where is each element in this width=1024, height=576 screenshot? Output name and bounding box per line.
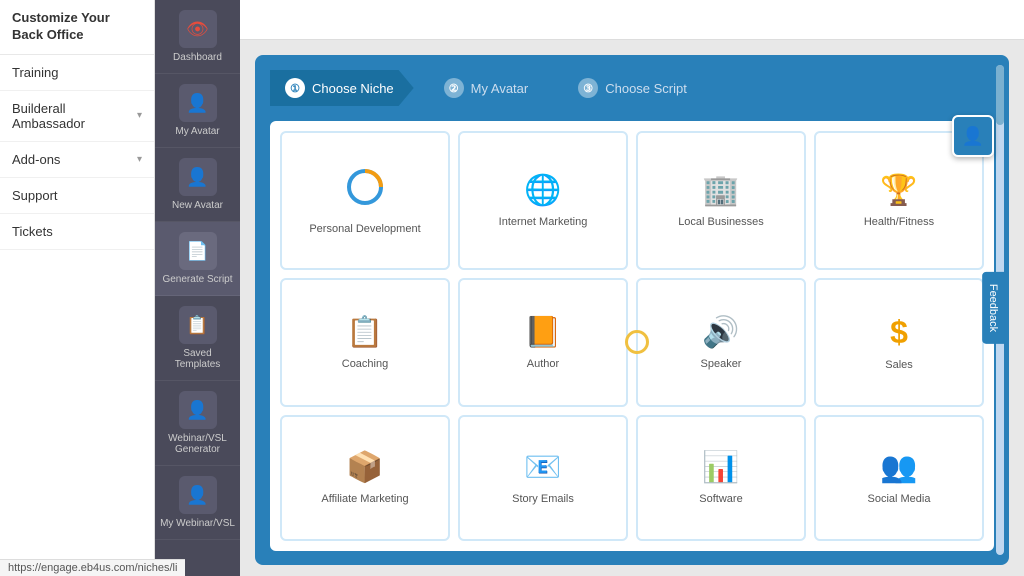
wizard-step-choose-niche[interactable]: ① Choose Niche [270,70,414,106]
chevron-down-icon: ▾ [137,154,142,165]
feedback-tab[interactable]: Feedback [982,272,1004,344]
chevron-down-icon: ▾ [137,110,142,121]
niche-label-health-fitness: Health/Fitness [864,216,934,228]
wizard-step-choose-script[interactable]: ③ Choose Script [548,70,707,106]
icon-navigation: 👁 Dashboard 👤 My Avatar 👤 New Avatar 📄 G… [155,0,240,576]
sales-icon: $ [890,314,908,351]
step-label-my-avatar: My Avatar [471,81,529,96]
sidebar-item-ambassador[interactable]: Builderall Ambassador ▾ [0,91,154,142]
nav-dashboard[interactable]: 👁 Dashboard [155,0,240,74]
niche-card-social-media[interactable]: 👥 Social Media [814,415,984,541]
nav-label-new-avatar: New Avatar [172,200,223,211]
niche-card-coaching[interactable]: 📋 Coaching [280,278,450,406]
sidebar-item-tickets[interactable]: Tickets [0,214,154,250]
webinar-generator-icon: 👤 [179,391,217,429]
new-avatar-icon: 👤 [179,158,217,196]
content-wrapper: ① Choose Niche ② My Avatar ③ Choose Scri… [240,40,1024,576]
sidebar-label-training: Training [12,65,58,80]
software-icon: 📊 [702,450,739,485]
avatar-floating-button[interactable]: 👤 [952,115,994,157]
sidebar-item-addons[interactable]: Add-ons ▾ [0,142,154,178]
niche-label-internet-marketing: Internet Marketing [499,216,588,228]
sidebar-item-training[interactable]: Training [0,55,154,91]
local-businesses-icon: 🏢 [702,173,739,208]
sidebar-header: Customize Your Back Office [0,0,154,55]
my-webinar-icon: 👤 [179,476,217,514]
niche-grid: Personal Development 🌐 Internet Marketin… [280,131,984,541]
sidebar-item-support[interactable]: Support [0,178,154,214]
author-icon: 📙 [524,315,561,350]
niche-label-speaker: Speaker [701,358,742,370]
step-label-choose-niche: Choose Niche [312,81,394,96]
nav-label-my-avatar: My Avatar [175,126,219,137]
niche-grid-container: Personal Development 🌐 Internet Marketin… [270,121,994,551]
niche-card-speaker[interactable]: 🔊 Speaker [636,278,806,406]
main-content: ① Choose Niche ② My Avatar ③ Choose Scri… [240,0,1024,576]
nav-webinar-vsl-generator[interactable]: 👤 Webinar/VSL Generator [155,381,240,466]
nav-saved-templates[interactable]: 📋 Saved Templates [155,296,240,381]
step-number-3: ③ [578,78,598,98]
niche-label-coaching: Coaching [342,358,388,370]
niche-card-internet-marketing[interactable]: 🌐 Internet Marketing [458,131,628,270]
niche-label-story-emails: Story Emails [512,493,574,505]
sidebar-label-addons: Add-ons [12,152,60,167]
niche-card-local-businesses[interactable]: 🏢 Local Businesses [636,131,806,270]
saved-templates-icon: 📋 [179,306,217,344]
niche-card-author[interactable]: 📙 Author [458,278,628,406]
niche-card-story-emails[interactable]: 📧 Story Emails [458,415,628,541]
scrollbar-thumb[interactable] [996,65,1004,125]
speaker-icon: 🔊 [702,315,739,350]
niche-label-author: Author [527,358,559,370]
avatar-icon: 👤 [179,84,217,122]
social-media-icon: 👥 [880,450,917,485]
niche-label-social-media: Social Media [868,493,931,505]
niche-label-software: Software [699,493,742,505]
wizard-steps: ① Choose Niche ② My Avatar ③ Choose Scri… [270,70,994,106]
url-bar: https://engage.eb4us.com/niches/li [0,559,185,576]
niche-label-personal-development: Personal Development [309,223,420,235]
sidebar-label-ambassador: Builderall Ambassador [12,101,137,131]
nav-label-saved-templates: Saved Templates [160,348,235,370]
niche-label-local-businesses: Local Businesses [678,216,764,228]
sidebar-label-tickets: Tickets [12,224,53,239]
left-sidebar: Customize Your Back Office Training Buil… [0,0,155,576]
step-number-1: ① [285,78,305,98]
nav-label-webinar-vsl: Webinar/VSL Generator [160,433,235,455]
niche-card-software[interactable]: 📊 Software [636,415,806,541]
nav-my-webinar-vsl[interactable]: 👤 My Webinar/VSL [155,466,240,540]
wizard-step-my-avatar[interactable]: ② My Avatar [414,70,549,106]
step-label-choose-script: Choose Script [605,81,687,96]
niche-card-personal-development[interactable]: Personal Development [280,131,450,270]
dashboard-icon: 👁 [179,10,217,48]
niche-card-affiliate-marketing[interactable]: 📦 Affiliate Marketing [280,415,450,541]
sidebar-label-support: Support [12,188,58,203]
generate-script-icon: 📄 [179,232,217,270]
nav-my-avatar[interactable]: 👤 My Avatar [155,74,240,148]
health-fitness-icon: 🏆 [880,173,917,208]
niche-label-sales: Sales [885,359,913,371]
nav-new-avatar[interactable]: 👤 New Avatar [155,148,240,222]
internet-marketing-icon: 🌐 [524,173,561,208]
nav-generate-script[interactable]: 📄 Generate Script [155,222,240,296]
story-emails-icon: 📧 [524,450,561,485]
niche-card-sales[interactable]: $ Sales [814,278,984,406]
top-bar [240,0,1024,40]
nav-label-my-webinar: My Webinar/VSL [160,518,235,529]
affiliate-marketing-icon: 📦 [346,450,383,485]
nav-label-generate-script: Generate Script [162,274,232,285]
nav-label-dashboard: Dashboard [173,52,222,63]
niche-label-affiliate-marketing: Affiliate Marketing [321,493,408,505]
step-number-2: ② [444,78,464,98]
main-panel: ① Choose Niche ② My Avatar ③ Choose Scri… [255,55,1009,565]
personal-development-icon [345,167,385,215]
coaching-icon: 📋 [346,315,383,350]
